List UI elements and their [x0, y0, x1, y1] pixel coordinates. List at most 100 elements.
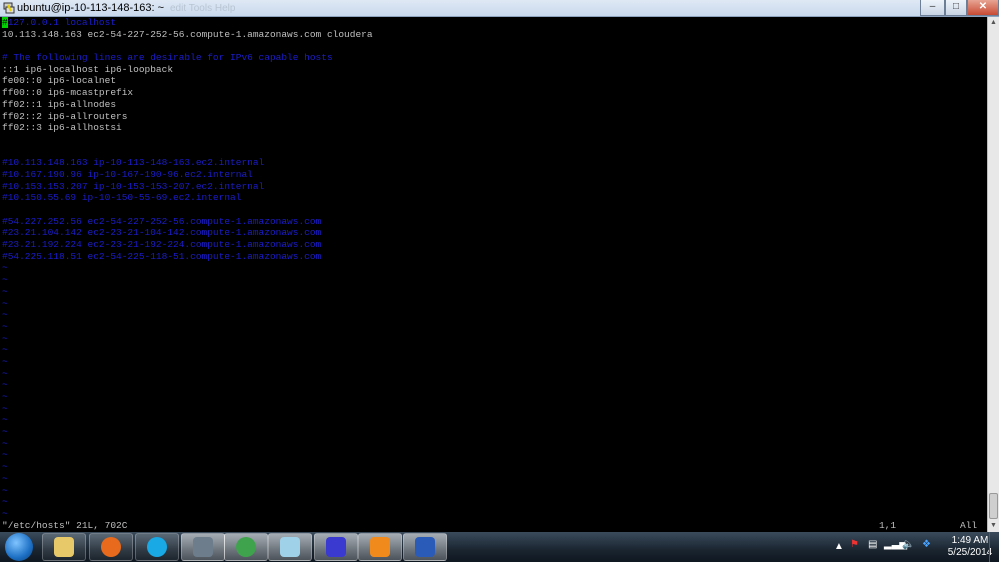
terminal-line-text: ff00::0 ip6-mcastprefix: [2, 87, 134, 99]
system-tray: ▲ ⚑ ▤ ▂▃▅ 🔈 ❖ 1:49 AM 5/25/2014: [830, 532, 999, 562]
terminal-line-text: ff02::3 ip6-allhostsi: [2, 122, 122, 134]
volume-icon[interactable]: 🔈: [902, 539, 914, 550]
maximize-button[interactable]: □: [945, 0, 967, 16]
empty-line-tilde: ~: [2, 285, 8, 297]
firefox-icon: [101, 537, 121, 557]
taskbar-app-skype[interactable]: [135, 533, 179, 561]
terminal-line-text: #10.153.153.207 ip-10-153-153-207.ec2.in…: [2, 180, 265, 192]
status-cursor-position: 1,1: [879, 520, 897, 531]
chrome-icon: [236, 537, 256, 557]
empty-line-tilde: ~: [2, 332, 8, 344]
putty-icon: [3, 2, 15, 14]
terminal-line: ff02::3 ip6-allhostsi: [2, 122, 987, 134]
skype-icon: [147, 537, 167, 557]
taskbar: ▲ ⚑ ▤ ▂▃▅ 🔈 ❖ 1:49 AM 5/25/2014: [0, 532, 999, 562]
taskbar-app-media-player[interactable]: [358, 533, 402, 561]
terminal-line: # The following lines are desirable for …: [2, 52, 987, 64]
empty-line-tilde: ~: [2, 461, 8, 473]
empty-line-tilde: ~: [2, 414, 8, 426]
vim-status-line: "/etc/hosts" 21L, 702C 1,1 All: [0, 520, 987, 532]
windows-explorer-icon: [54, 537, 74, 557]
terminal-line: #10.153.153.207 ip-10-153-153-207.ec2.in…: [2, 181, 987, 193]
close-button[interactable]: ✕: [967, 0, 999, 16]
empty-line-tilde: ~: [2, 484, 8, 496]
terminal-line: #10.150.55.69 ip-10-150-55-69.ec2.intern…: [2, 192, 987, 204]
status-file-info: "/etc/hosts" 21L, 702C: [2, 520, 128, 531]
device-icon[interactable]: ▤: [868, 539, 877, 550]
empty-line-tilde: ~: [2, 297, 8, 309]
terminal-line: #54.225.118.51 ec2-54-225-118-51.compute…: [2, 251, 987, 263]
action-center-flag-icon[interactable]: ⚑: [850, 539, 859, 550]
notepad-icon: [280, 537, 300, 557]
terminal-line: #127.0.0.1 localhost: [2, 17, 987, 29]
terminal-line: ::1 ip6-localhost ip6-loopback: [2, 64, 987, 76]
taskbar-app-windows-explorer[interactable]: [42, 533, 86, 561]
start-button[interactable]: [5, 533, 33, 561]
terminal-line: #10.167.190.96 ip-10-167-190-96.ec2.inte…: [2, 169, 987, 181]
putty-icon: [326, 537, 346, 557]
terminal-line-text: ff02::1 ip6-allnodes: [2, 98, 117, 110]
terminal-line: ff00::0 ip6-mcastprefix: [2, 87, 987, 99]
media-player-icon: [370, 537, 390, 557]
window-title-bar: ubuntu@ip-10-113-148-163: ~ edit Tools H…: [0, 0, 999, 17]
taskbar-app-notepad[interactable]: [268, 533, 312, 561]
show-hidden-icons-icon[interactable]: ▲: [834, 541, 844, 552]
dropbox-icon[interactable]: ❖: [922, 539, 931, 550]
scroll-down-arrow-icon[interactable]: ▼: [988, 520, 999, 532]
taskbar-app-terminal[interactable]: [181, 533, 225, 561]
terminal-line: #23.21.104.142 ec2-23-21-104-142.compute…: [2, 227, 987, 239]
empty-line-tilde: ~: [2, 496, 8, 508]
terminal-line: #23.21.192.224 ec2-23-21-192-224.compute…: [2, 239, 987, 251]
scrollbar-thumb[interactable]: [989, 493, 998, 519]
empty-line-tilde: ~: [2, 426, 8, 438]
empty-line-tilde: ~: [2, 320, 8, 332]
word-icon: [415, 537, 435, 557]
scroll-up-arrow-icon[interactable]: ▲: [988, 17, 999, 29]
ghost-menu: edit Tools Help: [170, 3, 236, 14]
terminal-line-text: #10.167.190.96 ip-10-167-190-96.ec2.inte…: [2, 168, 253, 180]
terminal-line: #54.227.252.56 ec2-54-227-252-56.compute…: [2, 216, 987, 228]
empty-line-tilde: ~: [2, 449, 8, 461]
empty-line-tilde: ~: [2, 402, 8, 414]
terminal-line-text: ::1 ip6-localhost ip6-loopback: [2, 63, 174, 75]
empty-line-tilde: ~: [2, 274, 8, 286]
terminal-line: ff02::1 ip6-allnodes: [2, 99, 987, 111]
taskbar-app-putty[interactable]: [314, 533, 358, 561]
empty-line-tilde: ~: [2, 262, 8, 274]
terminal-line-text: 127.0.0.1 localhost: [7, 17, 117, 28]
empty-line-tilde: ~: [2, 379, 8, 391]
terminal-line-text: 10.113.148.163 ec2-54-227-252-56.compute…: [2, 28, 373, 40]
minimize-button[interactable]: –: [920, 0, 945, 16]
terminal-line-text: ff02::2 ip6-allrouters: [2, 110, 128, 122]
empty-line-tilde: ~: [2, 367, 8, 379]
terminal-content[interactable]: #127.0.0.1 localhost 10.113.148.163 ec2-5…: [0, 17, 987, 520]
terminal-line-text: #10.113.148.163 ip-10-113-148-163.ec2.in…: [2, 157, 265, 169]
terminal-line-text: #23.21.192.224 ec2-23-21-192-224.compute…: [2, 239, 322, 251]
taskbar-app-firefox[interactable]: [89, 533, 133, 561]
terminal-line-text: #54.225.118.51 ec2-54-225-118-51.compute…: [2, 250, 322, 262]
terminal-line-text: fe00::0 ip6-localnet: [2, 75, 117, 87]
terminal-line-text: # The following lines are desirable for …: [2, 52, 333, 64]
empty-line-tilde: ~: [2, 437, 8, 449]
empty-line-tilde: ~: [2, 472, 8, 484]
terminal-line-text: #10.150.55.69 ip-10-150-55-69.ec2.intern…: [2, 192, 242, 204]
terminal-icon: [193, 537, 213, 557]
vertical-scrollbar[interactable]: ▲ ▼: [987, 17, 999, 532]
show-desktop-button[interactable]: [989, 532, 999, 562]
terminal-line-text: #23.21.104.142 ec2-23-21-104-142.compute…: [2, 227, 322, 239]
empty-line-tilde: ~: [2, 309, 8, 321]
taskbar-app-chrome[interactable]: [224, 533, 268, 561]
terminal-line-text: #54.227.252.56 ec2-54-227-252-56.compute…: [2, 215, 322, 227]
status-scroll-position: All: [960, 520, 978, 531]
empty-line-tilde: ~: [2, 391, 8, 402]
window-title: ubuntu@ip-10-113-148-163: ~: [17, 2, 165, 14]
terminal-line: ff02::2 ip6-allrouters: [2, 111, 987, 123]
empty-line-tilde: ~: [2, 507, 8, 519]
empty-line-tilde: ~: [2, 344, 8, 356]
taskbar-app-word[interactable]: [403, 533, 447, 561]
empty-line-tilde: ~: [2, 355, 8, 367]
